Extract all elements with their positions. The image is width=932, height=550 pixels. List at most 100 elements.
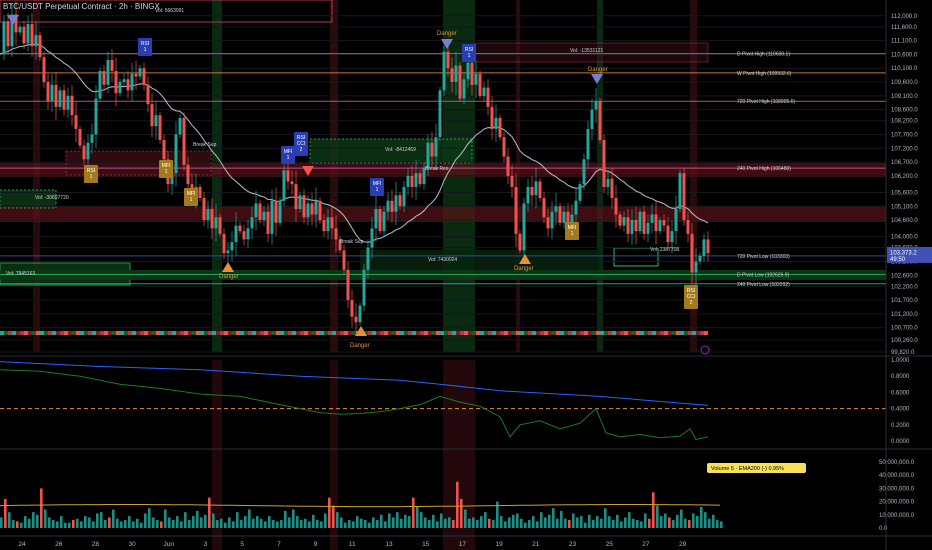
heat-cell — [452, 331, 456, 335]
candle-body — [250, 217, 254, 229]
volume-bar — [68, 522, 71, 528]
candle-body — [266, 211, 270, 234]
candle-body — [102, 71, 106, 85]
candle-body — [590, 109, 594, 129]
heat-cell — [396, 331, 400, 335]
volume-bar — [272, 520, 275, 528]
volume-bar — [516, 513, 519, 528]
heat-cell — [624, 331, 628, 335]
heat-cell — [576, 331, 580, 335]
volume-bar — [4, 498, 7, 528]
volume-bar — [340, 517, 343, 528]
volume-bar — [124, 520, 127, 528]
volume-bar — [348, 520, 351, 528]
volume-bar — [32, 512, 35, 528]
heat-cell — [148, 331, 152, 335]
chart-canvas[interactable]: D Pivot High (110630.1) W Pivot High (109… — [0, 0, 932, 550]
candle-body — [70, 95, 74, 116]
candle-body — [674, 209, 678, 232]
heat-cell — [704, 331, 708, 335]
heat-cell — [52, 331, 56, 335]
volume-bar — [356, 516, 359, 528]
candle-body — [658, 220, 662, 232]
heat-cell — [228, 331, 232, 335]
heat-cell — [68, 331, 72, 335]
volume-bar — [472, 517, 475, 528]
heat-cell — [476, 331, 480, 335]
heat-cell — [180, 331, 184, 335]
heat-cell — [260, 331, 264, 335]
volume-bar — [460, 498, 463, 528]
heat-cell — [528, 331, 532, 335]
candle-body — [82, 145, 86, 160]
volume-bar — [56, 521, 59, 528]
volume-bar — [500, 516, 503, 528]
pivot-label: D Pivot High (110630.1) — [737, 52, 790, 58]
candle-body — [286, 170, 290, 182]
volume-bar — [332, 505, 335, 528]
candle-body — [262, 211, 266, 221]
candle-body — [214, 217, 218, 229]
candle-body — [446, 51, 450, 69]
price-tick-label: 111,100.0 — [891, 39, 917, 45]
candle-body — [478, 73, 482, 96]
candle-body — [50, 84, 54, 102]
candle-body — [294, 184, 298, 210]
badge-text: 1 — [287, 155, 290, 161]
heat-cell — [88, 331, 92, 335]
volume-bar — [352, 521, 355, 528]
heat-cell — [412, 331, 416, 335]
price-tick-label: 107,700.0 — [891, 132, 918, 138]
heat-cell — [444, 331, 448, 335]
signal-label: Danger — [514, 266, 534, 272]
heat-cell — [436, 331, 440, 335]
heat-cell — [532, 331, 536, 335]
volume-bar — [324, 513, 327, 528]
volume-bar — [280, 520, 283, 528]
price-tick-label: 104,000.0 — [891, 235, 918, 241]
volume-bar — [240, 520, 243, 528]
volume-bar — [228, 517, 231, 528]
heat-cell — [220, 331, 224, 335]
volume-bar — [360, 518, 363, 528]
volume-bar — [48, 517, 51, 528]
volume-bar — [588, 514, 591, 528]
heat-cell — [252, 331, 256, 335]
candle-body — [622, 217, 626, 226]
heat-cell — [216, 331, 220, 335]
candle-body — [542, 197, 546, 218]
candle-body — [662, 220, 666, 226]
time-tick-label: 15 — [422, 541, 430, 548]
candle-body — [98, 71, 102, 99]
candle-body — [154, 115, 158, 127]
candle-body — [482, 87, 486, 96]
heat-cell — [424, 331, 428, 335]
heat-cell — [392, 331, 396, 335]
candle-body — [138, 68, 142, 77]
candle-body — [74, 115, 78, 129]
signal-label: Danger — [437, 31, 457, 37]
volume-bar — [604, 508, 607, 528]
candle-body — [458, 65, 462, 99]
price-tick-label: 104,600.0 — [891, 218, 918, 224]
candle-body — [438, 90, 442, 138]
heat-cell — [372, 331, 376, 335]
candle-body — [362, 269, 366, 306]
volume-bar — [140, 522, 143, 528]
candle-body — [598, 101, 602, 141]
volume-bar — [296, 516, 299, 528]
candle-body — [342, 250, 346, 270]
heat-cell — [352, 331, 356, 335]
volume-bar — [384, 521, 387, 528]
candle-body — [506, 156, 510, 176]
volume-bar — [676, 514, 679, 528]
volume-bar — [116, 518, 119, 528]
heat-cell — [620, 331, 624, 335]
volume-bar — [684, 518, 687, 528]
candle-body — [686, 220, 690, 234]
candle-body — [58, 90, 62, 107]
candle-body — [142, 68, 146, 85]
heat-cell — [584, 331, 588, 335]
candle-body — [202, 197, 206, 221]
time-tick-label: 23 — [569, 541, 577, 548]
